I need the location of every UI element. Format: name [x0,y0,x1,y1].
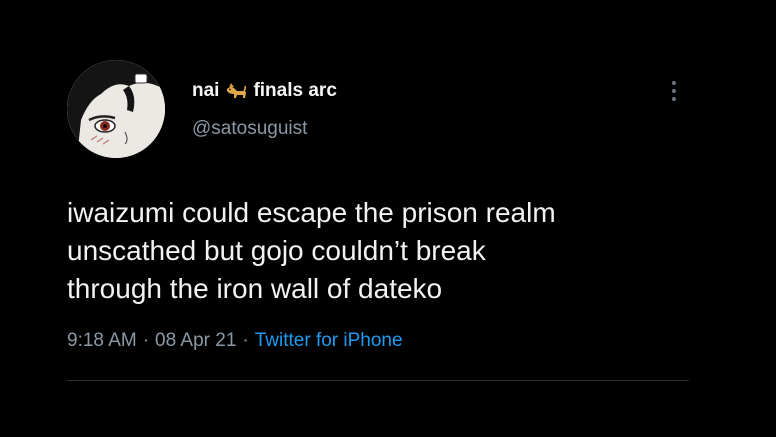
tweet-text: iwaizumi could escape the prison realm u… [67,194,707,308]
tweet-card: nai finals arc @satosuguist iwaizumi cou… [0,0,776,437]
more-dot [672,97,676,101]
tweet-source-link[interactable]: Twitter for iPhone [255,330,403,352]
more-dot [672,89,676,93]
separator: · [242,330,249,351]
avatar-image [67,60,165,158]
avatar[interactable] [67,60,165,158]
author-handle[interactable]: @satosuguist [192,118,307,140]
tweet-date[interactable]: 08 Apr 21 [155,330,236,352]
divider [67,380,689,381]
tweet-text-line: iwaizumi could escape the prison realm [67,197,556,228]
more-vertical-icon [672,81,676,85]
tweet-metadata: 9:18 AM · 08 Apr 21 · Twitter for iPhone [67,330,403,352]
display-name-part2: finals arc [253,80,337,101]
dog-emoji-icon [225,80,247,102]
tweet-time[interactable]: 9:18 AM [67,330,137,352]
more-options-button[interactable] [664,76,684,106]
display-name[interactable]: nai finals arc [192,78,337,104]
tweet-text-line: through the iron wall of dateko [67,273,443,304]
separator: · [142,330,150,351]
tweet-text-line: unscathed but gojo couldn’t break [67,235,486,266]
display-name-part1: nai [192,80,220,101]
